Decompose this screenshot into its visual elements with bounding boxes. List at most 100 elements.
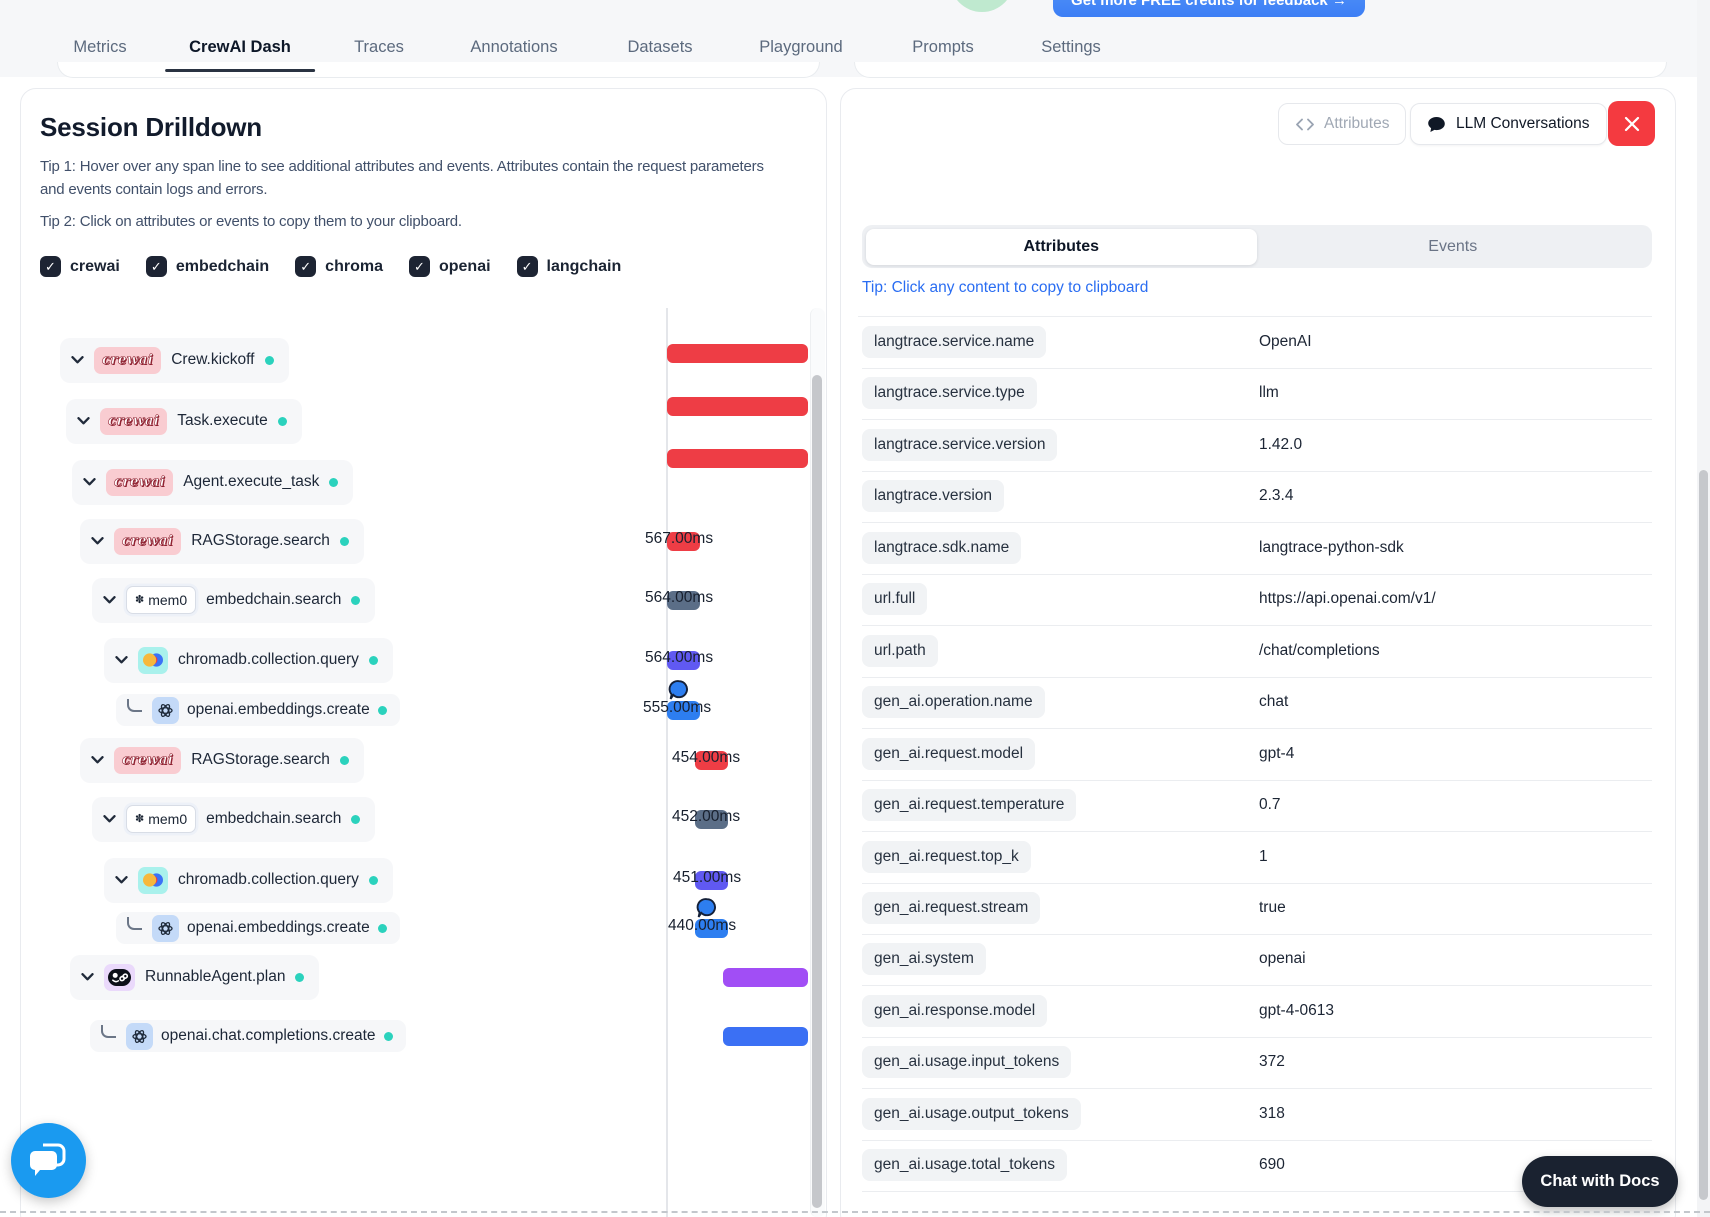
span-row-chromadb-collection-query[interactable]: chromadb.collection.query [104, 637, 393, 683]
span-row-chromadb-collection-query[interactable]: chromadb.collection.query [104, 857, 393, 903]
filter-crewai[interactable]: ✓ crewai [40, 256, 120, 277]
tree-connector-icon [127, 917, 142, 930]
chevron-down-icon[interactable] [115, 876, 128, 884]
attributes-button[interactable]: Attributes [1278, 103, 1407, 145]
attribute-key[interactable]: langtrace.service.version [862, 428, 1058, 461]
span-row-embedchain-search[interactable]: ✽ mem0 embedchain.search [92, 796, 376, 842]
checkbox-icon[interactable]: ✓ [516, 256, 538, 277]
attribute-value[interactable]: 372 [1259, 1053, 1285, 1071]
span-bar-openai-chat-completions-create[interactable] [723, 1026, 808, 1046]
chevron-down-icon[interactable] [91, 537, 104, 545]
chevron-down-icon[interactable] [83, 478, 96, 486]
checkbox-icon[interactable]: ✓ [408, 256, 430, 277]
attribute-key[interactable]: url.full [862, 583, 928, 616]
tab-prompts[interactable]: Prompts [912, 38, 973, 57]
attribute-value[interactable]: 1 [1259, 848, 1268, 866]
chevron-down-icon[interactable] [77, 417, 90, 425]
attribute-value[interactable]: chat [1259, 693, 1288, 711]
checkbox-icon[interactable]: ✓ [295, 256, 317, 277]
attribute-key[interactable]: gen_ai.response.model [862, 994, 1048, 1027]
attribute-key[interactable]: url.path [862, 634, 938, 667]
span-row-crew-kickoff[interactable]: crewai Crew.kickoff [60, 337, 289, 383]
attribute-value[interactable]: 318 [1259, 1105, 1285, 1123]
tab-attributes[interactable]: Attributes [865, 228, 1257, 265]
span-bar-agent-execute-task[interactable] [667, 448, 808, 468]
attribute-value[interactable]: 1.42.0 [1259, 436, 1302, 454]
attribute-key[interactable]: gen_ai.request.temperature [862, 789, 1077, 822]
status-dot [377, 705, 387, 715]
filter-embedchain[interactable]: ✓ embedchain [145, 256, 269, 277]
attribute-value[interactable]: OpenAI [1259, 333, 1312, 351]
chevron-down-icon[interactable] [103, 815, 116, 823]
chevron-down-icon[interactable] [71, 356, 84, 364]
attribute-key[interactable]: langtrace.service.name [862, 326, 1047, 358]
page-scrollbar-thumb[interactable] [1699, 470, 1708, 1200]
checkbox-icon[interactable]: ✓ [40, 256, 61, 277]
tab-datasets[interactable]: Datasets [627, 38, 692, 57]
attribute-key[interactable]: gen_ai.request.stream [862, 891, 1041, 924]
tab-annotations[interactable]: Annotations [470, 38, 557, 57]
chat-with-docs-button[interactable]: Chat with Docs [1522, 1156, 1678, 1207]
span-bar-task-execute[interactable] [667, 396, 808, 416]
attribute-key[interactable]: langtrace.service.type [862, 377, 1037, 410]
attribute-value[interactable]: https://api.openai.com/v1/ [1259, 590, 1436, 608]
span-row-openai-embeddings-create[interactable]: openai.embeddings.create [116, 694, 400, 726]
attribute-row: gen_ai.system openai [862, 933, 1652, 987]
span-row-openai-embeddings-create[interactable]: openai.embeddings.create [116, 912, 400, 944]
attribute-row: langtrace.service.version 1.42.0 [862, 419, 1652, 472]
attribute-value[interactable]: gpt-4-0613 [1259, 1002, 1334, 1020]
tab-playground[interactable]: Playground [759, 38, 842, 57]
attribute-value[interactable]: gpt-4 [1259, 745, 1294, 763]
tab-crewai-dash[interactable]: CrewAI Dash [189, 38, 291, 57]
tab-traces[interactable]: Traces [354, 38, 404, 57]
filter-chroma[interactable]: ✓ chroma [295, 256, 383, 277]
llm-conversations-button[interactable]: LLM Conversations [1410, 103, 1607, 145]
chevron-down-icon[interactable] [81, 973, 94, 981]
attribute-value[interactable]: llm [1259, 384, 1279, 402]
attribute-key[interactable]: gen_ai.system [862, 943, 986, 976]
crewai-logo: crewai [94, 346, 162, 374]
tree-scrollbar-thumb[interactable] [812, 375, 822, 1208]
chat-widget-button[interactable] [11, 1123, 86, 1198]
attribute-key[interactable]: gen_ai.operation.name [862, 686, 1045, 719]
filter-langchain[interactable]: ✓ langchain [516, 256, 621, 277]
attribute-value[interactable]: 0.7 [1259, 796, 1281, 814]
nav-tabs: Metrics CrewAI Dash Traces Annotations Datas… [0, 0, 1710, 77]
span-row-openai-chat-completions-create[interactable]: openai.chat.completions.create [90, 1020, 406, 1052]
filter-openai[interactable]: ✓ openai [408, 256, 491, 277]
attribute-value[interactable]: /chat/completions [1259, 642, 1380, 660]
attribute-key[interactable]: gen_ai.request.model [862, 737, 1036, 770]
attribute-key[interactable]: gen_ai.usage.output_tokens [862, 1097, 1081, 1130]
tab-settings[interactable]: Settings [1041, 38, 1101, 57]
close-button[interactable] [1608, 101, 1655, 146]
attribute-key[interactable]: langtrace.sdk.name [862, 531, 1022, 564]
span-bar-runnableagent-plan[interactable] [723, 967, 808, 987]
tab-events[interactable]: Events [1257, 229, 1649, 265]
chevron-down-icon[interactable] [103, 596, 116, 604]
chevron-down-icon[interactable] [91, 756, 104, 764]
attribute-key[interactable]: gen_ai.usage.total_tokens [862, 1149, 1067, 1182]
span-row-runnableagent-plan[interactable]: RunnableAgent.plan [70, 954, 320, 1000]
copy-tip[interactable]: Tip: Click any content to copy to clipbo… [862, 279, 1148, 297]
attribute-value[interactable]: openai [1259, 950, 1306, 968]
span-row-embedchain-search[interactable]: ✽ mem0 embedchain.search [92, 577, 376, 623]
span-row-agent-execute-task[interactable]: crewai Agent.execute_task [72, 459, 354, 505]
span-row-ragstorage-search[interactable]: crewai RAGStorage.search [80, 518, 364, 564]
status-dot [264, 355, 274, 365]
attribute-key[interactable]: gen_ai.usage.input_tokens [862, 1046, 1072, 1079]
span-row-ragstorage-search[interactable]: crewai RAGStorage.search [80, 737, 364, 783]
attribute-value[interactable]: true [1259, 899, 1286, 917]
attribute-key[interactable]: langtrace.version [862, 480, 1005, 513]
span-row-task-execute[interactable]: crewai Task.execute [66, 398, 302, 444]
attribute-value[interactable]: 2.3.4 [1259, 487, 1293, 505]
tab-metrics[interactable]: Metrics [73, 38, 126, 57]
attribute-key[interactable]: gen_ai.request.top_k [862, 840, 1031, 873]
chevron-down-icon[interactable] [115, 656, 128, 664]
span-bar-crew-kickoff[interactable] [667, 343, 808, 363]
attribute-value[interactable]: langtrace-python-sdk [1259, 539, 1404, 557]
checkbox-icon[interactable]: ✓ [145, 256, 167, 277]
crewai-logo: crewai [114, 746, 182, 774]
attribute-row: gen_ai.usage.output_tokens 318 [862, 1088, 1652, 1141]
attribute-value[interactable]: 690 [1259, 1156, 1285, 1174]
status-dot [377, 923, 387, 933]
